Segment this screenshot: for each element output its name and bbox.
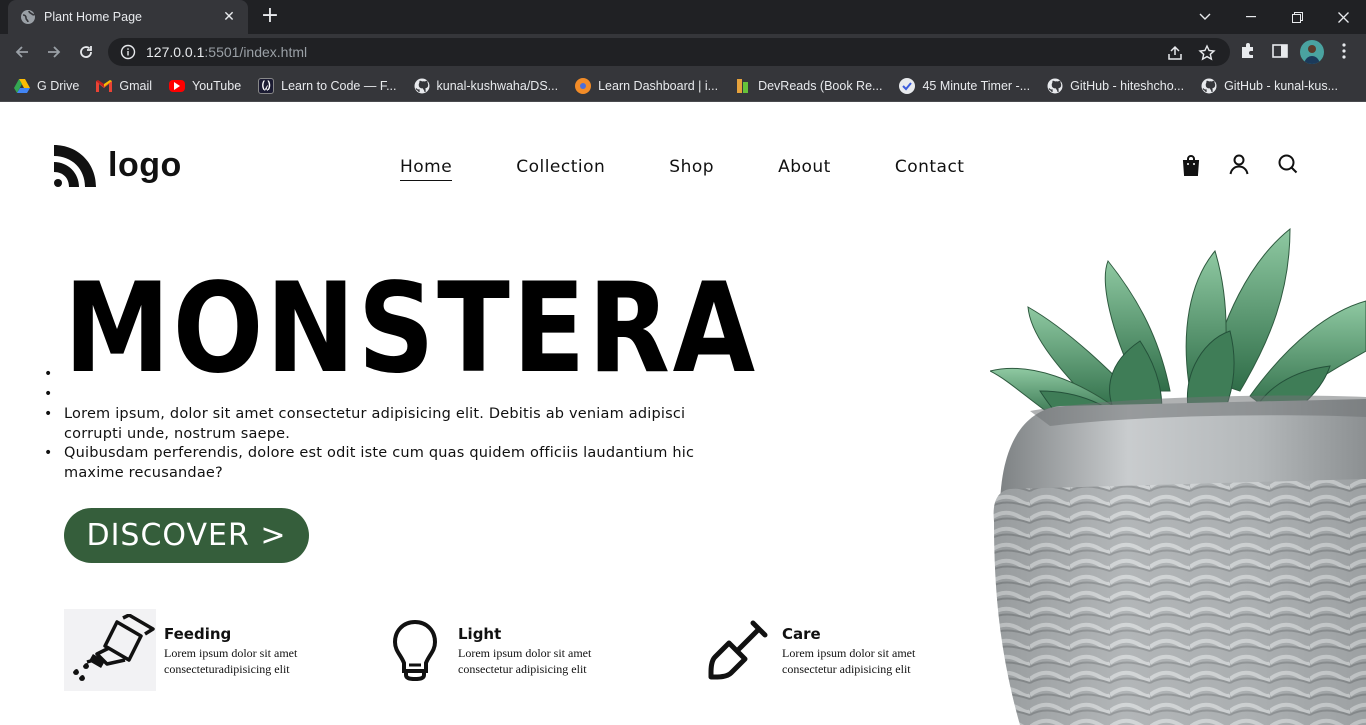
google-drive-icon — [14, 78, 30, 94]
bookmark-star-icon[interactable] — [1198, 44, 1216, 62]
bookmark-label: 45 Minute Timer -... — [922, 78, 1031, 93]
browser-toolbar: 127.0.0.1:5501/index.html — [0, 34, 1366, 70]
bookmark-label: kunal-kushwaha/DS... — [436, 78, 559, 93]
nav-collection[interactable]: Collection — [516, 157, 605, 181]
freecodecamp-icon: (⁁) — [258, 77, 275, 94]
feature-description: Lorem ipsum dolor sit amet consectetur a… — [782, 646, 916, 676]
share-icon[interactable] — [1166, 44, 1184, 62]
bookmarks-bar: G Drive Gmail YouTube (⁁) Learn to Code … — [0, 70, 1366, 102]
light-bulb-icon — [380, 609, 450, 691]
logo-text: logo — [108, 145, 182, 184]
feature-name: Care — [782, 625, 821, 643]
bookmark-g-drive[interactable]: G Drive — [14, 78, 79, 94]
bookmark-timer[interactable]: 45 Minute Timer -... — [899, 77, 1031, 94]
site-info-icon[interactable] — [120, 44, 136, 60]
bookmark-label: DevReads (Book Re... — [758, 78, 883, 93]
feature-name: Feeding — [164, 625, 232, 643]
shopping-bag-icon[interactable] — [1179, 153, 1203, 177]
discover-button[interactable]: DISCOVER > — [64, 508, 309, 563]
address-bar[interactable]: 127.0.0.1:5501/index.html — [108, 38, 1230, 66]
nav-contact[interactable]: Contact — [895, 157, 965, 181]
nav-about[interactable]: About — [778, 157, 831, 181]
bookmark-label: Learn to Code — F... — [281, 78, 397, 93]
nav-shop[interactable]: Shop — [669, 157, 714, 181]
feature-name: Light — [458, 625, 502, 643]
tab-search-icon[interactable] — [1182, 0, 1228, 34]
minimize-icon[interactable] — [1228, 0, 1274, 34]
succulent-pot-image — [990, 227, 1366, 725]
list-item: Quibusdam perferendis, dolore est odit i… — [44, 444, 704, 483]
feature-description: Lorem ipsum dolor sit amet consecteturad… — [164, 646, 298, 676]
feature-description: Lorem ipsum dolor sit amet consectetur a… — [458, 646, 592, 676]
tab-close-icon[interactable]: ✕ — [220, 9, 238, 25]
list-item — [44, 365, 704, 385]
browser-tab[interactable]: Plant Home Page ✕ — [8, 0, 248, 34]
browser-menu-icon[interactable] — [1334, 41, 1354, 61]
nav-home[interactable]: Home — [400, 157, 453, 181]
bookmark-label: G Drive — [37, 78, 80, 93]
extensions-icon[interactable] — [1238, 41, 1258, 61]
feature-feeding: Feeding Lorem ipsum dolor sit amet conse… — [64, 609, 324, 691]
forward-icon[interactable] — [42, 40, 66, 64]
globe-icon — [21, 10, 36, 24]
bookmark-label: GitHub - hiteshcho... — [1070, 78, 1185, 93]
bookmark-devreads[interactable]: DevReads (Book Re... — [735, 78, 882, 94]
github-icon — [1047, 78, 1063, 94]
restore-icon[interactable] — [1274, 0, 1320, 34]
hero-description-list: Lorem ipsum, dolor sit amet consectetur … — [44, 365, 704, 483]
ineuron-icon — [575, 77, 592, 94]
bookmark-youtube[interactable]: YouTube — [169, 79, 241, 93]
bookmark-github-hitesh[interactable]: GitHub - hiteshcho... — [1047, 78, 1184, 94]
feature-care: Care Lorem ipsum dolor sit amet consecte… — [700, 609, 942, 691]
bookmark-github-kunal[interactable]: GitHub - kunal-kus... — [1201, 78, 1338, 94]
side-panel-icon[interactable] — [1270, 41, 1290, 61]
devreads-icon — [735, 78, 751, 94]
bookmark-label: GitHub - kunal-kus... — [1224, 78, 1339, 93]
main-nav: Home Collection Shop About Contact — [400, 157, 1028, 181]
watering-can-icon — [64, 609, 156, 691]
search-icon[interactable] — [1276, 152, 1300, 176]
user-icon[interactable] — [1227, 152, 1251, 176]
bookmark-label: YouTube — [192, 78, 242, 93]
gmail-icon — [96, 78, 113, 94]
bookmark-label: Gmail — [119, 78, 153, 93]
shovel-icon — [700, 609, 774, 691]
youtube-icon — [169, 79, 186, 92]
feature-light: Light Lorem ipsum dolor sit amet consect… — [380, 609, 618, 691]
tab-title: Plant Home Page — [44, 10, 142, 24]
new-tab-button[interactable]: + — [258, 5, 282, 29]
bookmark-freecodecamp[interactable]: (⁁) Learn to Code — F... — [258, 77, 397, 94]
bookmark-label: Learn Dashboard | i... — [598, 78, 719, 93]
web-page: logo Home Collection Shop About Contact … — [0, 103, 1366, 725]
rss-logo-icon — [54, 145, 96, 187]
reload-icon[interactable] — [74, 40, 98, 64]
list-item — [44, 385, 704, 405]
bookmark-github-dsa[interactable]: kunal-kushwaha/DS... — [414, 78, 559, 94]
list-item: Lorem ipsum, dolor sit amet consectetur … — [44, 405, 704, 444]
github-icon — [1201, 78, 1217, 94]
browser-tab-strip: Plant Home Page ✕ + — [0, 0, 1366, 34]
back-icon[interactable] — [10, 40, 34, 64]
url-path: :5501/index.html — [204, 44, 308, 60]
github-icon — [414, 78, 430, 94]
timer-icon — [899, 77, 916, 94]
profile-avatar[interactable] — [1300, 40, 1324, 64]
close-window-icon[interactable] — [1320, 0, 1366, 34]
bookmark-gmail[interactable]: Gmail — [96, 78, 152, 94]
bookmark-learn-dashboard[interactable]: Learn Dashboard | i... — [575, 77, 719, 94]
url-host: 127.0.0.1 — [146, 44, 205, 60]
site-logo[interactable]: logo — [54, 143, 182, 187]
